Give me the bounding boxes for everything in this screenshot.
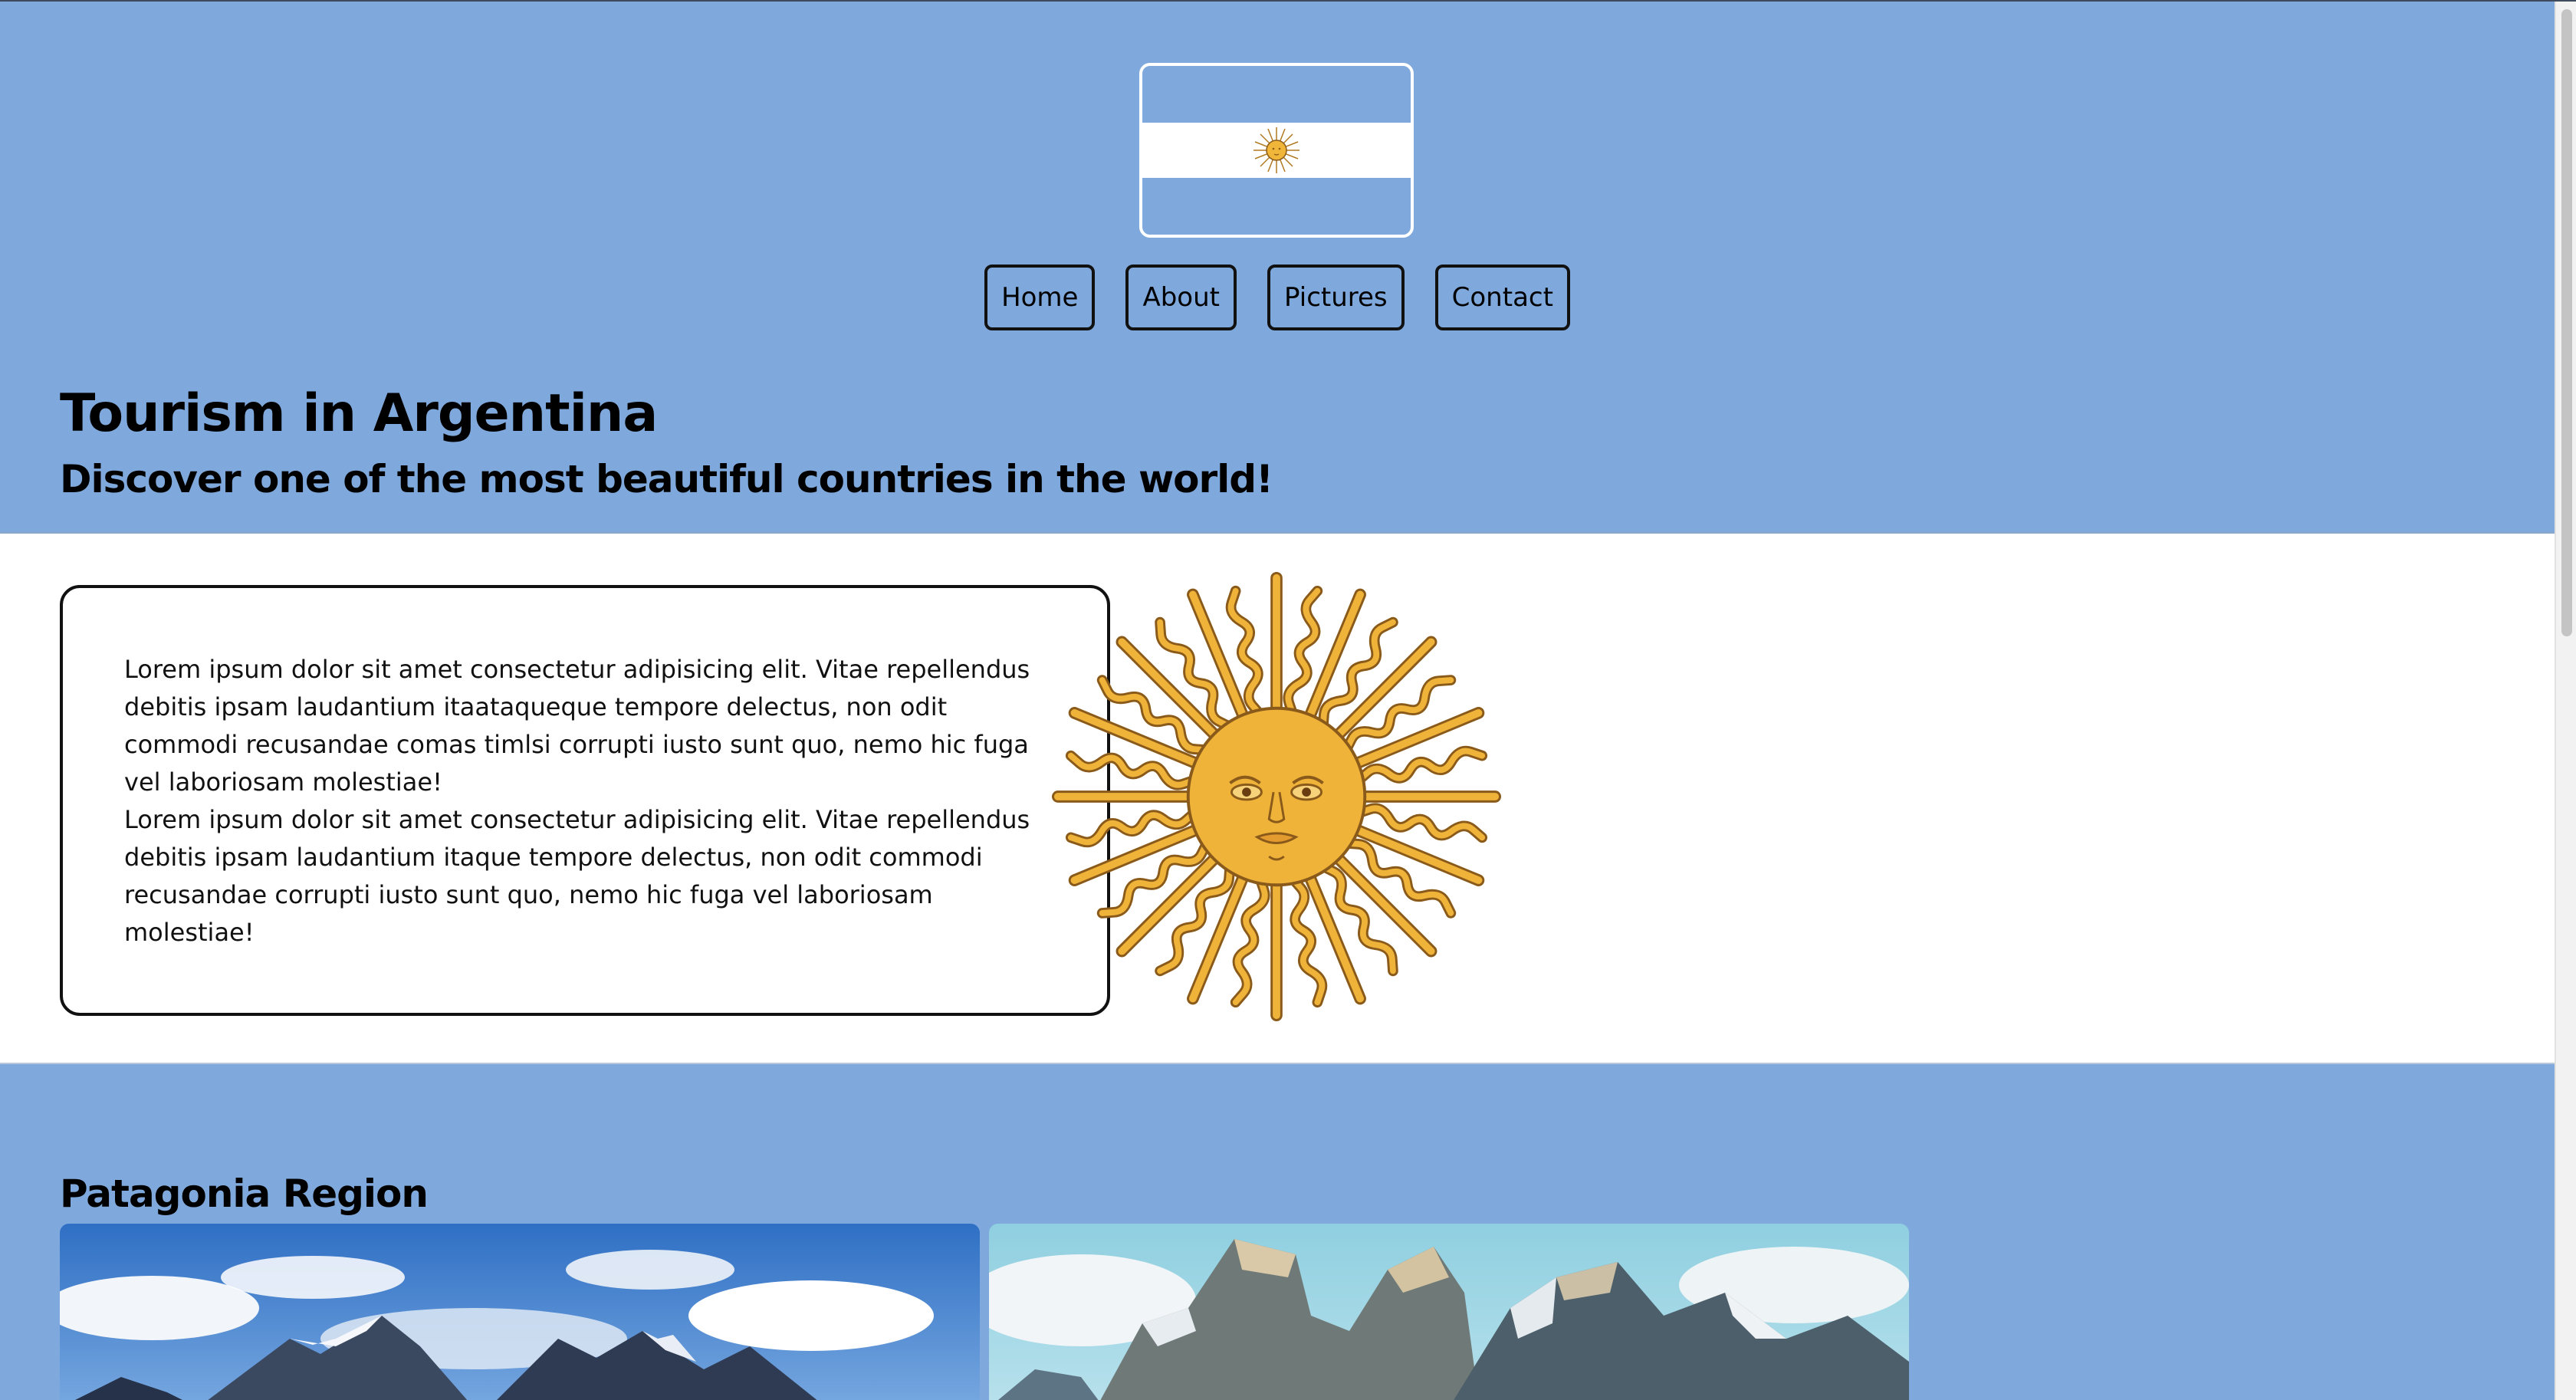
page-title: Tourism in Argentina xyxy=(60,383,658,444)
browser-viewport: Home About Pictures Contact Tourism in A… xyxy=(0,0,2576,1400)
patagonia-title: Patagonia Region xyxy=(60,1172,429,1216)
intro-paragraph-2: Lorem ipsum dolor sit amet consectetur a… xyxy=(124,805,1030,947)
nav-contact-button[interactable]: Contact xyxy=(1434,265,1570,330)
mountain-landscape-svg xyxy=(60,1224,980,1400)
intro-section: Lorem ipsum dolor sit amet consectetur a… xyxy=(0,534,2555,1064)
argentina-flag-logo[interactable] xyxy=(1139,63,1414,238)
torres-del-paine-svg xyxy=(989,1224,1909,1400)
vertical-scrollbar[interactable] xyxy=(2555,2,2576,1400)
patagonia-section: Patagonia Region xyxy=(0,1064,2555,1400)
torres-del-paine-image xyxy=(989,1224,1909,1400)
mountain-landscape-image xyxy=(60,1224,980,1400)
nav-about-button[interactable]: About xyxy=(1125,265,1237,330)
intro-paragraph-1: Lorem ipsum dolor sit amet consectetur a… xyxy=(124,655,1030,797)
intro-text-card: Lorem ipsum dolor sit amet consectetur a… xyxy=(60,585,1110,1016)
page: Home About Pictures Contact Tourism in A… xyxy=(0,2,2555,1400)
scrollbar-thumb[interactable] xyxy=(2561,9,2572,636)
site-header: Home About Pictures Contact Tourism in A… xyxy=(0,2,2555,534)
nav-pictures-button[interactable]: Pictures xyxy=(1267,265,1405,330)
main-nav: Home About Pictures Contact xyxy=(0,265,2555,330)
sun-of-may-icon xyxy=(1052,571,1501,1021)
nav-home-button[interactable]: Home xyxy=(984,265,1096,330)
flag-sun-icon xyxy=(1254,127,1300,173)
page-subtitle: Discover one of the most beautiful count… xyxy=(60,457,1273,501)
